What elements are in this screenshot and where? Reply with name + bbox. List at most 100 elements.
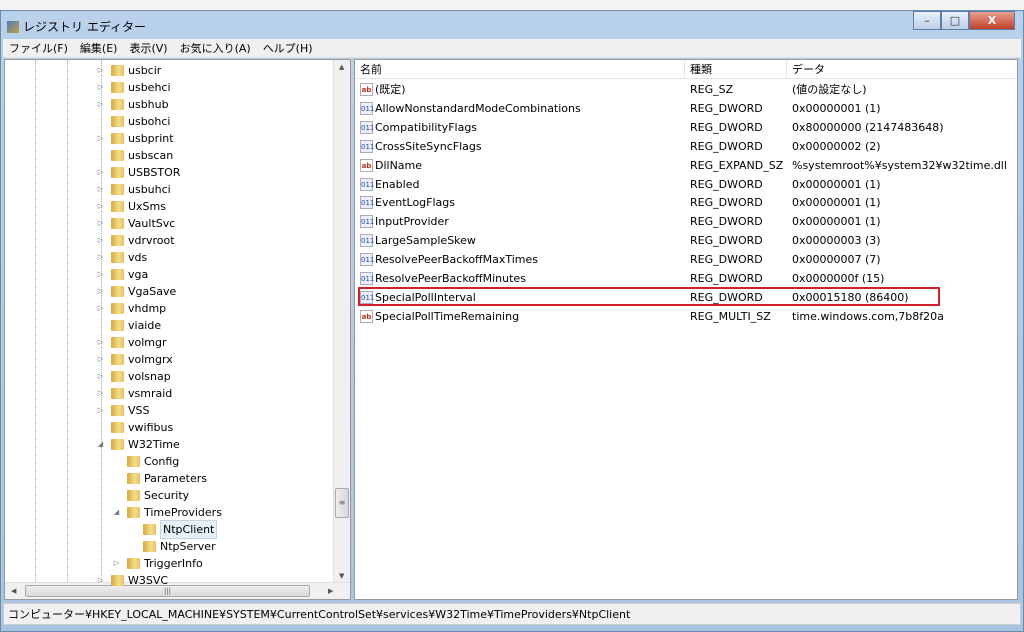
- tree-node-label: usbuhci: [128, 183, 171, 196]
- expand-toggle-icon[interactable]: ▷: [96, 79, 105, 96]
- expand-toggle-icon[interactable]: ▷: [96, 385, 105, 402]
- expand-toggle-icon[interactable]: ▷: [96, 62, 105, 79]
- tree-node-usbstor[interactable]: ▷ USBSTOR: [96, 164, 181, 181]
- scroll-left-icon[interactable]: ◀: [11, 587, 16, 595]
- value-row[interactable]: ab SpecialPollTimeRemaining REG_MULTI_SZ ti…: [355, 307, 1017, 326]
- value-row[interactable]: 011 ResolvePeerBackoffMinutes REG_DWORD 0x0…: [355, 269, 1017, 288]
- tree-node-vaultsvc[interactable]: ▷ VaultSvc: [96, 215, 176, 232]
- expand-toggle-icon[interactable]: ▷: [96, 572, 105, 589]
- tree-node-label: vsmraid: [128, 387, 173, 400]
- scroll-right-icon[interactable]: ▶: [328, 587, 333, 595]
- menu-edit[interactable]: 編集(E): [74, 40, 124, 56]
- tree-node-volmgr[interactable]: ▷ volmgr: [96, 334, 167, 351]
- value-row[interactable]: 011 CompatibilityFlags REG_DWORD 0x80000000…: [355, 118, 1017, 137]
- tree-node-vss[interactable]: ▷ VSS: [96, 402, 150, 419]
- tree-horizontal-scrollbar[interactable]: ◀ ||| ▶: [5, 582, 350, 599]
- tree-node-volmgrx[interactable]: ▷ volmgrx: [96, 351, 173, 368]
- tree-vertical-scroll-thumb[interactable]: ≡: [335, 488, 349, 518]
- value-name: AllowNonstandardModeCombinations: [375, 101, 581, 115]
- registry-key-tree[interactable]: ▲ ≡ ▼ ◀ ||| ▶ ▷ usbcir ▷ usbehci ▷ usbhub usbo…: [4, 59, 351, 600]
- tree-node-label: usbcir: [128, 64, 162, 77]
- tree-node-volsnap[interactable]: ▷ volsnap: [96, 368, 171, 385]
- tree-node-config[interactable]: Config: [112, 453, 179, 470]
- registry-values-list[interactable]: 名前 種類 データ ab (既定) REG_SZ (値の設定なし) 011 AllowNo…: [354, 59, 1018, 600]
- value-row[interactable]: 011 LargeSampleSkew REG_DWORD 0x00000003 (3…: [355, 231, 1017, 250]
- menu-view[interactable]: 表示(V): [123, 40, 173, 56]
- expand-toggle-icon[interactable]: ▷: [96, 215, 105, 232]
- tree-node-w32time[interactable]: ◢ W32Time: [96, 436, 180, 453]
- expand-toggle-icon[interactable]: ◢: [96, 436, 105, 453]
- minimize-button[interactable]: –: [913, 11, 941, 30]
- column-header-type[interactable]: 種類: [685, 60, 787, 79]
- expand-toggle-icon[interactable]: ▷: [96, 181, 105, 198]
- expand-toggle-icon[interactable]: ▷: [96, 96, 105, 113]
- tree-node-usbprint[interactable]: ▷ usbprint: [96, 130, 174, 147]
- binary-value-icon: 011: [360, 120, 374, 134]
- expand-toggle-icon[interactable]: ▷: [96, 351, 105, 368]
- close-button[interactable]: X: [969, 11, 1015, 30]
- value-row[interactable]: ab DllName REG_EXPAND_SZ %systemroot%¥syste…: [355, 156, 1017, 175]
- tree-node-security[interactable]: Security: [112, 487, 189, 504]
- column-header-name[interactable]: 名前: [355, 60, 685, 79]
- value-row[interactable]: 011 InputProvider REG_DWORD 0x00000001 (1): [355, 212, 1017, 231]
- expand-toggle-icon[interactable]: ▷: [96, 130, 105, 147]
- maximize-button[interactable]: □: [941, 11, 969, 30]
- binary-value-icon: 011: [360, 253, 374, 267]
- expand-toggle-icon[interactable]: ◢: [112, 504, 121, 521]
- expand-toggle-icon[interactable]: ▷: [96, 402, 105, 419]
- tree-node-uxsms[interactable]: ▷ UxSms: [96, 198, 166, 215]
- tree-node-label: USBSTOR: [128, 166, 181, 179]
- column-header-data[interactable]: データ: [787, 60, 1017, 79]
- expand-toggle-icon[interactable]: ▷: [96, 164, 105, 181]
- expand-toggle-icon[interactable]: ▷: [96, 232, 105, 249]
- tree-node-vhdmp[interactable]: ▷ vhdmp: [96, 300, 166, 317]
- value-row[interactable]: 011 AllowNonstandardModeCombinations REG_D…: [355, 99, 1017, 118]
- tree-node-ntpserver[interactable]: NtpServer: [128, 538, 216, 555]
- tree-node-vds[interactable]: ▷ vds: [96, 249, 147, 266]
- tree-node-label: NtpServer: [160, 540, 216, 553]
- tree-node-usbuhci[interactable]: ▷ usbuhci: [96, 181, 171, 198]
- tree-node-triggerinfo[interactable]: ▷ TriggerInfo: [112, 555, 203, 572]
- tree-node-ntpclient[interactable]: NtpClient: [128, 520, 218, 539]
- folder-icon: [143, 524, 156, 535]
- tree-node-usbehci[interactable]: ▷ usbehci: [96, 79, 171, 96]
- expand-toggle-icon[interactable]: ▷: [96, 283, 105, 300]
- value-name: LargeSampleSkew: [375, 234, 476, 248]
- scroll-down-icon[interactable]: ▼: [339, 572, 344, 580]
- menu-favorites[interactable]: お気に入り(A): [174, 40, 257, 56]
- tree-vertical-scrollbar[interactable]: ▲ ≡ ▼: [333, 60, 350, 584]
- expand-toggle-icon[interactable]: ▷: [96, 334, 105, 351]
- tree-node-parameters[interactable]: Parameters: [112, 470, 207, 487]
- value-row[interactable]: ab (既定) REG_SZ (値の設定なし): [355, 80, 1017, 99]
- expand-toggle-icon[interactable]: ▷: [96, 300, 105, 317]
- tree-node-usbscan[interactable]: usbscan: [96, 147, 173, 164]
- scroll-up-icon[interactable]: ▲: [339, 63, 344, 71]
- tree-node-vgasave[interactable]: ▷ VgaSave: [96, 283, 176, 300]
- folder-icon: [127, 507, 140, 518]
- expand-toggle-icon[interactable]: ▷: [96, 368, 105, 385]
- tree-node-w3svc[interactable]: ▷ W3SVC: [96, 572, 168, 589]
- tree-node-vga[interactable]: ▷ vga: [96, 266, 148, 283]
- tree-node-timeproviders[interactable]: ◢ TimeProviders: [112, 504, 222, 521]
- menu-file[interactable]: ファイル(F): [3, 40, 74, 56]
- value-row[interactable]: 011 EventLogFlags REG_DWORD 0x00000001 (1): [355, 193, 1017, 212]
- expand-toggle-icon[interactable]: ▷: [96, 266, 105, 283]
- value-name: CompatibilityFlags: [375, 120, 478, 134]
- value-row[interactable]: 011 Enabled REG_DWORD 0x00000001 (1): [355, 175, 1017, 194]
- tree-node-vwifibus[interactable]: vwifibus: [96, 419, 173, 436]
- expand-toggle-icon[interactable]: ▷: [96, 198, 105, 215]
- tree-node-usbcir[interactable]: ▷ usbcir: [96, 62, 162, 79]
- tree-node-vsmraid[interactable]: ▷ vsmraid: [96, 385, 172, 402]
- menu-help[interactable]: ヘルプ(H): [257, 40, 319, 56]
- value-row[interactable]: 011 CrossSiteSyncFlags REG_DWORD 0x00000002…: [355, 137, 1017, 156]
- value-type: REG_DWORD: [690, 272, 763, 285]
- tree-node-usbohci[interactable]: usbohci: [96, 113, 171, 130]
- tree-node-vdrvroot[interactable]: ▷ vdrvroot: [96, 232, 175, 249]
- expand-toggle-icon[interactable]: ▷: [96, 249, 105, 266]
- tree-node-label: TriggerInfo: [144, 557, 203, 570]
- tree-node-usbhub[interactable]: ▷ usbhub: [96, 96, 169, 113]
- value-row[interactable]: 011 ResolvePeerBackoffMaxTimes REG_DWORD 0x…: [355, 250, 1017, 269]
- tree-node-label: TimeProviders: [144, 506, 222, 519]
- expand-toggle-icon[interactable]: ▷: [112, 555, 121, 572]
- tree-node-viaide[interactable]: viaide: [96, 317, 161, 334]
